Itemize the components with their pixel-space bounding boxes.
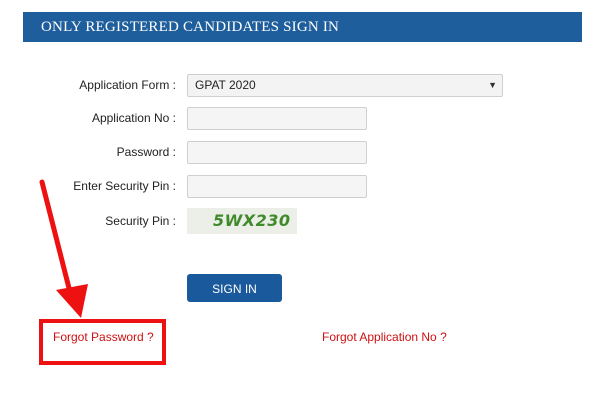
arrow-icon xyxy=(39,179,88,318)
